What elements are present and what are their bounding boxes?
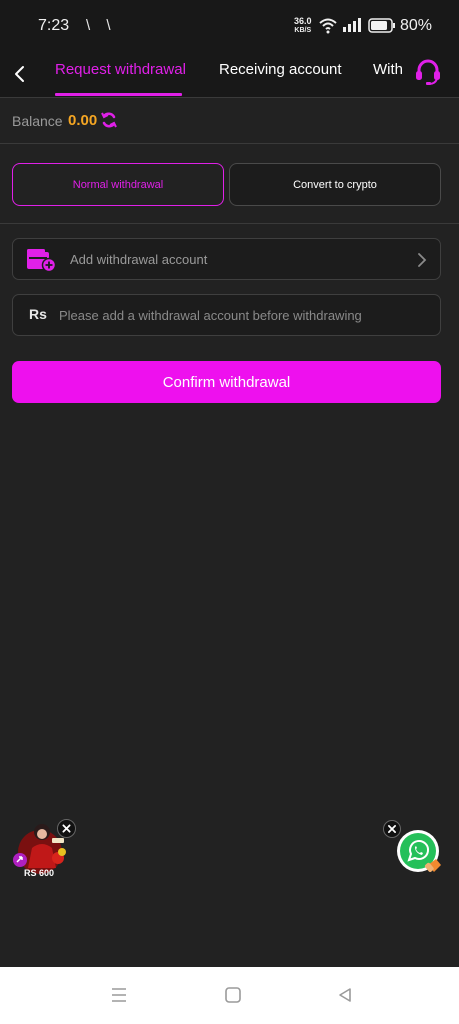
menu-icon[interactable]	[110, 986, 128, 1004]
promo-amount: RS 600	[24, 868, 55, 878]
add-withdrawal-account-row[interactable]: Add withdrawal account	[12, 238, 441, 280]
network-speed-value: 36.0	[294, 16, 312, 26]
amount-field: Rs	[12, 294, 441, 336]
tab-request-withdrawal[interactable]: Request withdrawal	[55, 61, 186, 78]
headset-icon[interactable]	[413, 56, 443, 86]
withdrawal-methods: Normal withdrawal Convert to crypto	[0, 144, 459, 224]
close-icon[interactable]	[57, 819, 76, 838]
wifi-icon	[319, 18, 337, 34]
balance-value: 0.00	[68, 112, 98, 129]
amount-input[interactable]	[59, 296, 434, 334]
refresh-icon[interactable]	[100, 111, 118, 129]
currency-symbol: Rs	[29, 306, 47, 322]
header: Request withdrawal Receiving account Wit…	[0, 52, 459, 98]
back-icon[interactable]	[10, 62, 30, 86]
tab-receiving-account[interactable]: Receiving account	[219, 61, 342, 78]
balance-row: Balance 0.00	[0, 98, 459, 144]
whatsapp-icon[interactable]	[396, 829, 444, 877]
system-nav-bar	[0, 967, 459, 1024]
status-time: 7:23	[38, 17, 70, 34]
back-triangle-icon[interactable]	[336, 986, 354, 1004]
active-tab-indicator	[55, 93, 182, 96]
add-withdrawal-account-label: Add withdrawal account	[70, 252, 208, 267]
wallet-add-icon	[27, 249, 56, 272]
confirm-withdrawal-button[interactable]: Confirm withdrawal	[12, 361, 441, 403]
notification-icons: \ \	[86, 17, 117, 34]
normal-withdrawal-button[interactable]: Normal withdrawal	[12, 163, 224, 206]
signal-icon	[343, 18, 361, 32]
home-icon[interactable]	[224, 986, 242, 1004]
status-bar: 7:23 \ \ 36.0 KB/S 80%	[0, 0, 459, 52]
tab-withdrawal-history[interactable]: With	[373, 61, 403, 78]
network-speed: 36.0 KB/S	[294, 17, 312, 35]
chevron-right-icon	[418, 253, 427, 267]
battery-icon	[368, 18, 395, 33]
balance-label: Balance	[12, 113, 63, 129]
battery-percent: 80%	[400, 17, 433, 34]
convert-to-crypto-button[interactable]: Convert to crypto	[229, 163, 441, 206]
network-speed-unit: KB/S	[294, 27, 312, 34]
